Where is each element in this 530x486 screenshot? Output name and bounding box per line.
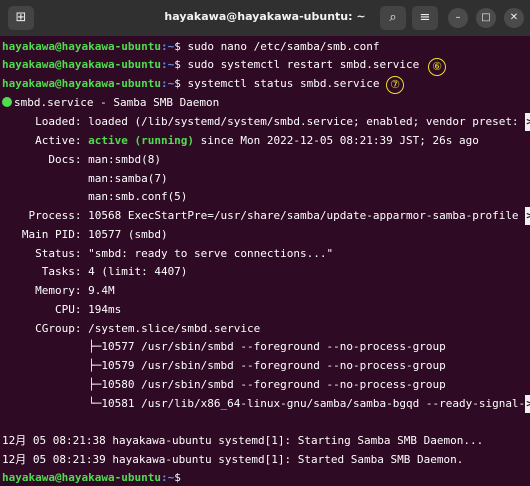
loaded-line: Loaded: loaded (/lib/systemd/system/smbd… — [2, 113, 530, 131]
prompt-path: :~ — [160, 471, 175, 484]
prompt-symbol: $ — [174, 77, 181, 90]
command-text: sudo nano /etc/samba/smb.conf — [180, 40, 380, 53]
prompt-user: hayakawa@hayakawa-ubuntu — [2, 58, 161, 71]
active-line: Active: active (running) since Mon 2022-… — [2, 134, 479, 147]
prompt-user: hayakawa@hayakawa-ubuntu — [2, 77, 161, 90]
memory-line: Memory: 9.4M — [2, 284, 115, 297]
prompt-user: hayakawa@hayakawa-ubuntu — [2, 471, 161, 484]
process-tree-line: ├─10577 /usr/sbin/smbd --foreground --no… — [2, 340, 446, 353]
prompt-symbol: $ — [174, 471, 181, 484]
active-status: active (running) — [88, 134, 195, 147]
prompt-path: :~ — [160, 77, 175, 90]
truncation-marker: > — [525, 113, 530, 131]
minimize-icon[interactable]: – — [448, 8, 468, 28]
search-icon[interactable]: ⌕ — [380, 6, 406, 30]
hamburger-menu-icon[interactable]: ≡ — [412, 6, 438, 30]
step-marker-7: ⑦ — [386, 76, 404, 94]
terminal-window: ⊞ hayakawa@hayakawa-ubuntu: ~ ⌕ ≡ – □ ✕ … — [0, 0, 530, 486]
command-text: sudo systemctl restart smbd.service — [180, 58, 420, 71]
service-header: smbd.service - Samba SMB Daemon — [2, 94, 219, 112]
step-marker-6: ⑥ — [428, 58, 446, 76]
process-line: Process: 10568 ExecStartPre=/usr/share/s… — [2, 207, 530, 225]
command-line: hayakawa@hayakawa-ubuntu:~$ — [2, 469, 181, 486]
command-line: hayakawa@hayakawa-ubuntu:~$ sudo systemc… — [2, 56, 419, 74]
command-line: hayakawa@hayakawa-ubuntu:~$ sudo nano /e… — [2, 38, 380, 56]
command-text: systemctl status smbd.service — [180, 77, 380, 90]
truncation-marker: > — [525, 395, 530, 413]
prompt-symbol: $ — [174, 58, 181, 71]
process-tree-line: └─10581 /usr/lib/x86_64-linux-gnu/samba/… — [2, 395, 530, 413]
cpu-line: CPU: 194ms — [2, 303, 122, 316]
truncation-marker: > — [525, 207, 530, 225]
process-tree-line: ├─10580 /usr/sbin/smbd --foreground --no… — [2, 378, 446, 391]
status-line: Status: "smbd: ready to serve connection… — [2, 247, 334, 260]
terminal-output[interactable]: hayakawa@hayakawa-ubuntu:~$ sudo nano /e… — [0, 36, 530, 486]
log-line: 12月 05 08:21:39 hayakawa-ubuntu systemd[… — [2, 453, 464, 466]
docs-line: Docs: man:smbd(8) — [2, 153, 161, 166]
prompt-path: :~ — [160, 58, 175, 71]
title-bar: ⊞ hayakawa@hayakawa-ubuntu: ~ ⌕ ≡ – □ ✕ — [0, 0, 530, 36]
process-tree-line: ├─10579 /usr/sbin/smbd --foreground --no… — [2, 359, 446, 372]
active-dot-icon — [2, 97, 12, 107]
tasks-line: Tasks: 4 (limit: 4407) — [2, 265, 188, 278]
mainpid-line: Main PID: 10577 (smbd) — [2, 228, 168, 241]
docs-line: man:smb.conf(5) — [2, 190, 188, 203]
maximize-icon[interactable]: □ — [476, 8, 496, 28]
cgroup-line: CGroup: /system.slice/smbd.service — [2, 322, 261, 335]
prompt-user: hayakawa@hayakawa-ubuntu — [2, 40, 161, 53]
log-line: 12月 05 08:21:38 hayakawa-ubuntu systemd[… — [2, 434, 484, 447]
command-line: hayakawa@hayakawa-ubuntu:~$ systemctl st… — [2, 75, 380, 93]
docs-line: man:samba(7) — [2, 172, 168, 185]
close-icon[interactable]: ✕ — [504, 8, 524, 28]
prompt-symbol: $ — [174, 40, 181, 53]
prompt-path: :~ — [160, 40, 175, 53]
